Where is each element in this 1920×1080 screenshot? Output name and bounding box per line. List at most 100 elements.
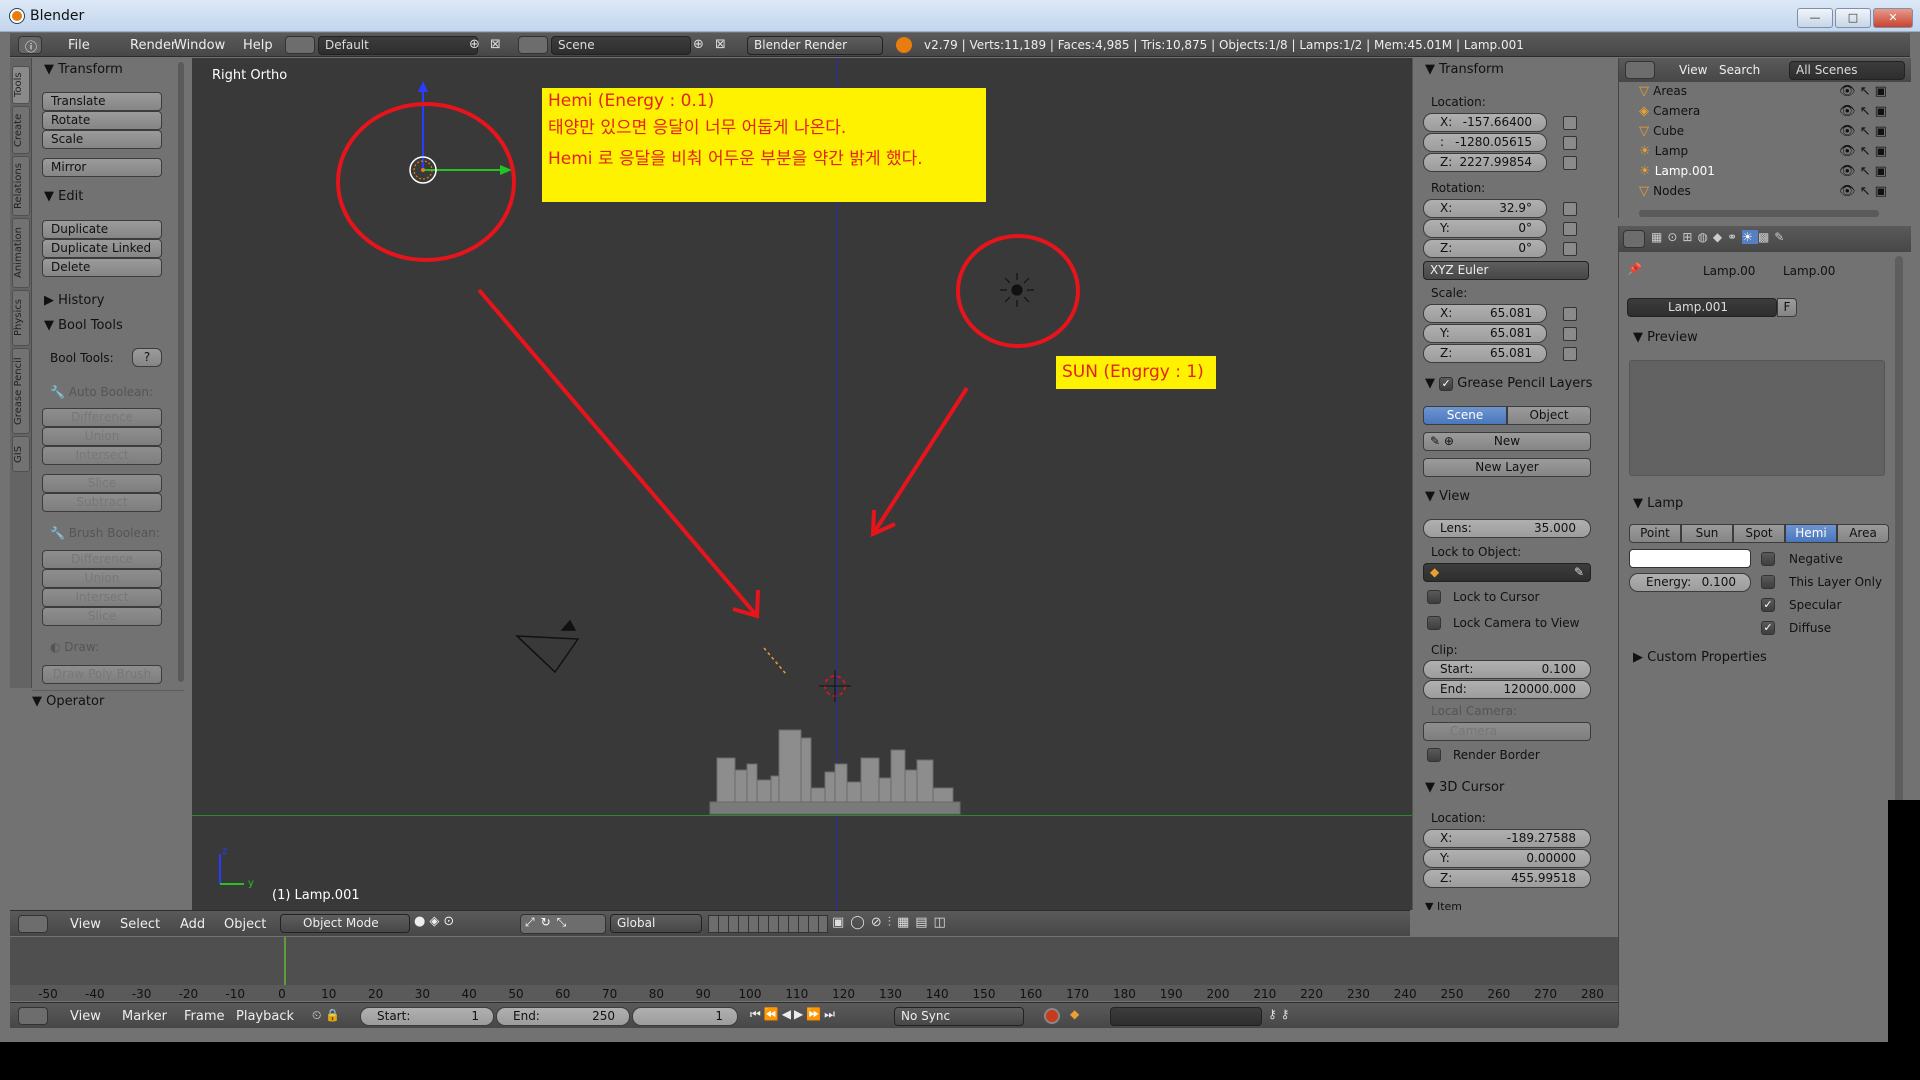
toolshelf-scrollbar[interactable] — [178, 62, 184, 682]
keying-set-field[interactable] — [1110, 1007, 1262, 1026]
outliner-search-menu[interactable]: Search — [1719, 63, 1760, 77]
scale-z-field[interactable]: Z: 65.081 — [1423, 344, 1547, 363]
brush-difference-button[interactable]: Difference — [42, 550, 162, 569]
timeline-menu-playback[interactable]: Playback — [236, 1009, 294, 1024]
outliner-item-cube[interactable]: ▽ Cube 👁 ↖ ▣ — [1639, 124, 1901, 144]
transform-orientation-select[interactable]: Global — [610, 914, 702, 933]
outliner-scrollbar[interactable] — [1639, 210, 1879, 217]
minimize-button[interactable]: — — [1797, 8, 1833, 28]
menu-help[interactable]: Help — [243, 38, 273, 53]
remove-scene-icon[interactable]: ⊠ — [715, 37, 726, 52]
auto-difference-button[interactable]: Difference — [42, 408, 162, 427]
local-camera-field[interactable]: Camera — [1423, 722, 1591, 741]
lamp-type-point[interactable]: Point — [1629, 524, 1681, 543]
lock-rotation-x-icon[interactable] — [1563, 202, 1577, 216]
current-frame-indicator[interactable] — [284, 937, 286, 985]
operator-panel-header[interactable]: ▼ Operator — [32, 694, 104, 709]
tab-grease-pencil[interactable]: Grease Pencil — [12, 348, 30, 434]
specular-checkbox[interactable]: ✓ — [1761, 598, 1775, 612]
timeline-editor-icon[interactable] — [18, 1007, 48, 1025]
timeline-area[interactable] — [10, 937, 1618, 985]
rotation-y-field[interactable]: Y: 0° — [1423, 219, 1547, 238]
breadcrumb-lamp-data[interactable]: Lamp.00 — [1783, 264, 1835, 278]
close-button[interactable]: ✕ — [1873, 8, 1913, 28]
tab-animation[interactable]: Animation — [12, 218, 30, 288]
city-buildings[interactable] — [709, 729, 961, 815]
auto-intersect-button[interactable]: Intersect — [42, 446, 162, 465]
gp-scene-button[interactable]: Scene — [1423, 406, 1507, 425]
history-panel-header[interactable]: ▶ History — [44, 293, 104, 308]
lens-field[interactable]: Lens: 35.000 — [1423, 519, 1591, 538]
this-layer-only-checkbox[interactable] — [1761, 575, 1775, 589]
negative-checkbox[interactable] — [1761, 552, 1775, 566]
3d-editor-type-icon[interactable] — [18, 915, 48, 933]
preview-range-icons[interactable]: ⏲ 🔒 — [312, 1008, 352, 1024]
lamp-energy-field[interactable]: Energy: 0.100 — [1629, 573, 1751, 592]
lamp-datablock-field[interactable]: Lamp.001 — [1627, 298, 1777, 317]
tab-create[interactable]: Create — [12, 106, 30, 154]
fake-user-button[interactable]: F — [1777, 298, 1797, 317]
timeline-menu-view[interactable]: View — [70, 1009, 101, 1024]
lamp-color-swatch[interactable] — [1629, 549, 1751, 568]
remove-layout-icon[interactable]: ⊠ — [490, 37, 506, 53]
lock-scale-y-icon[interactable] — [1563, 327, 1577, 341]
record-icon[interactable] — [1044, 1008, 1060, 1024]
tab-relations[interactable]: Relations — [12, 156, 30, 216]
gp-object-button[interactable]: Object — [1507, 406, 1591, 425]
translate-button[interactable]: Translate — [42, 92, 162, 111]
location-y-field[interactable]: : -1280.05615 — [1423, 133, 1547, 152]
outliner-item-camera[interactable]: ◈ Camera 👁 ↖ ▣ — [1639, 104, 1901, 124]
location-x-field[interactable]: X: -157.66400 — [1423, 113, 1547, 132]
cursor-z-field[interactable]: Z: 455.99518 — [1423, 869, 1591, 888]
outliner-view-menu[interactable]: View — [1679, 63, 1707, 77]
outliner-filter-select[interactable]: All Scenes — [1789, 61, 1905, 80]
playback-controls[interactable]: ⏮⏪◀▶⏩⏭ — [750, 1007, 876, 1025]
breadcrumb-object[interactable]: Lamp.00 — [1703, 264, 1755, 278]
edit-panel-header[interactable]: ▼ Edit — [44, 189, 83, 204]
grease-pencil-header[interactable]: ▼ ✓ Grease Pencil Layers — [1425, 376, 1592, 391]
item-panel-header[interactable]: ▼ Item — [1425, 900, 1462, 910]
rotate-button[interactable]: Rotate — [42, 111, 162, 130]
pin-icon[interactable]: 📌 — [1627, 262, 1642, 276]
lock-location-y-icon[interactable] — [1563, 136, 1577, 150]
camera-object[interactable] — [515, 619, 580, 674]
outliner-item-lamp-001[interactable]: ☀ Lamp.001 👁 ↖ ▣ — [1639, 164, 1901, 184]
grease-pencil-checkbox[interactable]: ✓ — [1439, 376, 1454, 391]
lamp-type-spot[interactable]: Spot — [1733, 524, 1785, 543]
end-frame-field[interactable]: End: 250 — [496, 1007, 630, 1026]
scene-icon[interactable] — [518, 36, 548, 54]
outliner-item-areas[interactable]: ▽ Areas 👁 ↖ ▣ — [1639, 84, 1901, 104]
clip-end-field[interactable]: End: 120000.000 — [1423, 680, 1591, 699]
brush-intersect-button[interactable]: Intersect — [42, 588, 162, 607]
lamp-type-sun[interactable]: Sun — [1681, 524, 1733, 543]
render-border-checkbox[interactable] — [1427, 748, 1441, 762]
outliner-item-lamp[interactable]: ☀ Lamp 👁 ↖ ▣ — [1639, 144, 1901, 164]
lamp-type-area[interactable]: Area — [1837, 524, 1889, 543]
duplicate-button[interactable]: Duplicate — [42, 220, 162, 239]
scale-button[interactable]: Scale — [42, 130, 162, 149]
menu-window[interactable]: Window — [174, 38, 225, 53]
menu-add[interactable]: Add — [180, 917, 205, 932]
lock-location-z-icon[interactable] — [1563, 156, 1577, 170]
cursor-x-field[interactable]: X: -189.27588 — [1423, 829, 1591, 848]
editor-type-info-icon[interactable]: ⓘ — [18, 36, 42, 54]
preview-panel-header[interactable]: ▼ Preview — [1633, 330, 1698, 345]
menu-view[interactable]: View — [70, 917, 101, 932]
maximize-button[interactable]: □ — [1835, 8, 1871, 28]
rotation-x-field[interactable]: X: 32.9° — [1423, 199, 1547, 218]
menu-file[interactable]: File — [68, 38, 90, 53]
bool-help-button[interactable]: ? — [132, 348, 162, 367]
npanel-transform-header[interactable]: ▼ Transform — [1425, 62, 1504, 77]
rotation-z-field[interactable]: Z: 0° — [1423, 239, 1547, 258]
3d-viewport[interactable]: Right Ortho Hemi (Energy: 0.1) 태양만 있으면 … — [192, 58, 1412, 910]
properties-editor-icon[interactable] — [1623, 230, 1645, 248]
lock-rotation-z-icon[interactable] — [1563, 242, 1577, 256]
lock-scale-z-icon[interactable] — [1563, 347, 1577, 361]
brush-slice-button[interactable]: Slice — [42, 607, 162, 626]
hemi-lamp-object[interactable] — [409, 81, 512, 184]
auto-union-button[interactable]: Union — [42, 427, 162, 446]
view-panel-header[interactable]: ▼ View — [1425, 489, 1470, 504]
timeline[interactable]: -50 -40 -30 -20 -10 0 10 20 30 40 50 60 70 80 90 100 110… — [10, 937, 1618, 1001]
menu-object[interactable]: Object — [224, 917, 266, 932]
layout-grid-icon[interactable] — [285, 36, 315, 54]
